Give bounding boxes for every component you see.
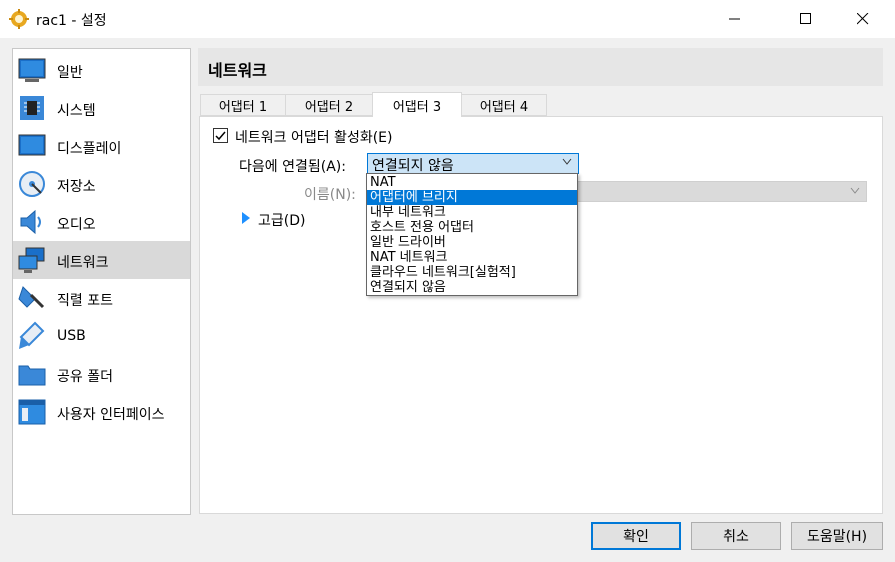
title-bar: rac1 - 설정 [0, 0, 895, 38]
sidebar-item-user-interface[interactable]: 사용자 인터페이스 [13, 393, 190, 431]
close-button[interactable] [840, 0, 886, 38]
enable-adapter-checkbox[interactable] [213, 128, 228, 143]
name-label: 이름(N): [304, 187, 356, 203]
general-icon [17, 55, 47, 85]
option-host-only[interactable]: 호스트 전용 어댑터 [367, 220, 577, 235]
sidebar-item-shared-folders[interactable]: 공유 폴더 [13, 355, 190, 393]
sidebar-item-storage[interactable]: 저장소 [13, 165, 190, 203]
option-nat[interactable]: NAT [367, 175, 577, 190]
gear-icon [9, 9, 29, 29]
folder-icon [17, 359, 47, 389]
disk-icon [17, 169, 47, 199]
advanced-toggle[interactable]: 고급(D) [258, 210, 305, 230]
monitor-icon [17, 131, 47, 161]
maximize-button[interactable] [783, 0, 829, 38]
settings-sidebar: 일반 시스템 디스플레이 저장소 오디오 네트워크 직렬 포트 USB 공유 폴… [12, 48, 191, 515]
help-button[interactable]: 도움말(H) [791, 522, 883, 550]
chevron-down-icon [562, 158, 572, 165]
chevron-down-icon [850, 187, 860, 194]
sidebar-item-system[interactable]: 시스템 [13, 89, 190, 127]
checkmark-icon [215, 131, 226, 141]
option-bridged[interactable]: 어댑터에 브리지 [367, 190, 577, 205]
serial-port-icon [17, 283, 47, 313]
sidebar-item-general[interactable]: 일반 [13, 51, 190, 89]
attached-to-value: 연결되지 않음 [372, 158, 454, 174]
tab-adapter-2[interactable]: 어댑터 2 [285, 94, 373, 116]
sidebar-item-network[interactable]: 네트워크 [13, 241, 190, 279]
maximize-icon [800, 13, 811, 24]
tab-adapter-4[interactable]: 어댑터 4 [461, 94, 547, 116]
option-cloud-network[interactable]: 클라우드 네트워크[실험적] [367, 265, 577, 280]
enable-adapter-label: 네트워크 어댑터 활성화(E) [235, 130, 393, 146]
chip-icon [17, 93, 47, 123]
speaker-icon [17, 207, 47, 237]
network-icon [17, 245, 47, 275]
sidebar-item-usb[interactable]: USB [13, 317, 190, 355]
ui-icon [17, 397, 47, 427]
page-title: 네트워크 [208, 61, 267, 80]
sidebar-item-display[interactable]: 디스플레이 [13, 127, 190, 165]
option-internal[interactable]: 내부 네트워크 [367, 205, 577, 220]
cancel-button[interactable]: 취소 [691, 522, 781, 550]
usb-icon [17, 321, 47, 351]
sidebar-item-serial-port[interactable]: 직렬 포트 [13, 279, 190, 317]
attached-to-label: 다음에 연결됨(A): [239, 159, 346, 175]
tab-adapter-3[interactable]: 어댑터 3 [372, 92, 462, 117]
sidebar-item-audio[interactable]: 오디오 [13, 203, 190, 241]
minimize-icon [729, 18, 740, 20]
minimize-button[interactable] [712, 0, 758, 38]
attached-to-dropdown: NAT 어댑터에 브리지 내부 네트워크 호스트 전용 어댑터 일반 드라이버 … [366, 173, 578, 296]
tab-adapter-1[interactable]: 어댑터 1 [200, 94, 286, 116]
close-icon [857, 13, 869, 25]
option-generic-driver[interactable]: 일반 드라이버 [367, 235, 577, 250]
attached-to-select[interactable]: 연결되지 않음 [367, 153, 579, 174]
ok-button[interactable]: 확인 [591, 522, 681, 550]
window-title: rac1 - 설정 [36, 13, 107, 29]
option-not-attached[interactable]: 연결되지 않음 [367, 280, 577, 295]
option-nat-network[interactable]: NAT 네트워크 [367, 250, 577, 265]
expand-arrow-icon[interactable] [242, 212, 250, 224]
page-header: 네트워크 [198, 48, 883, 86]
